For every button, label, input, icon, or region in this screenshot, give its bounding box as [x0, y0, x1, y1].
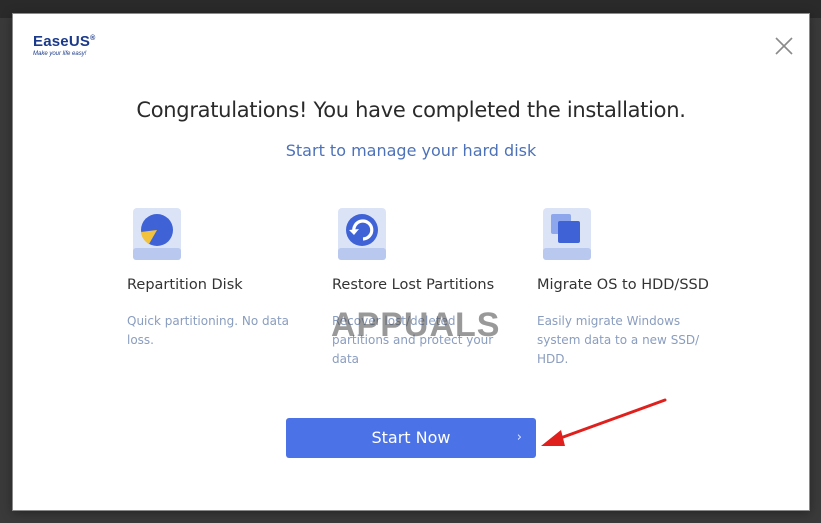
start-now-label: Start Now [371, 428, 451, 447]
easeus-logo: EaseUS® Make your life easy! [33, 34, 95, 57]
chevron-right-icon: › [516, 430, 522, 445]
pie-chart-disk-icon [133, 208, 181, 260]
feature-description: Easily migrate Windows system data to a … [537, 314, 700, 366]
logo-tagline: Make your life easy! [33, 51, 87, 57]
feature-description: Recover lost/deleted partitions and prot… [332, 314, 494, 366]
installer-completion-dialog: EaseUS® Make your life easy! Congratulat… [12, 13, 810, 511]
logo-brand: EaseUS® [33, 34, 95, 49]
restore-disk-icon [338, 208, 386, 260]
close-button[interactable] [773, 35, 795, 57]
red-arrow-annotation [541, 398, 667, 446]
screen: EaseUS® Make your life easy! Congratulat… [0, 0, 821, 523]
feature-title: Migrate OS to HDD/SSD [537, 277, 709, 293]
page-title: Congratulations! You have completed the … [136, 98, 686, 122]
feature-title: Repartition Disk [127, 277, 243, 293]
feature-restore-lost-partitions: Restore Lost Partitions Recover lost/del… [332, 204, 522, 369]
logo-registered-mark: ® [90, 35, 96, 42]
start-now-button[interactable]: Start Now › [286, 418, 536, 458]
close-icon [775, 37, 793, 55]
feature-title: Restore Lost Partitions [332, 277, 495, 293]
page-subtitle: Start to manage your hard disk [285, 141, 537, 160]
feature-migrate-os: Migrate OS to HDD/SSD Easily migrate Win… [537, 204, 727, 369]
logo-brand-text: EaseUS [33, 33, 91, 50]
feature-repartition-disk: Repartition Disk Quick partitioning. No … [127, 204, 317, 350]
feature-description: Quick partitioning. No data loss. [127, 314, 290, 347]
migrate-disk-icon [543, 208, 591, 260]
